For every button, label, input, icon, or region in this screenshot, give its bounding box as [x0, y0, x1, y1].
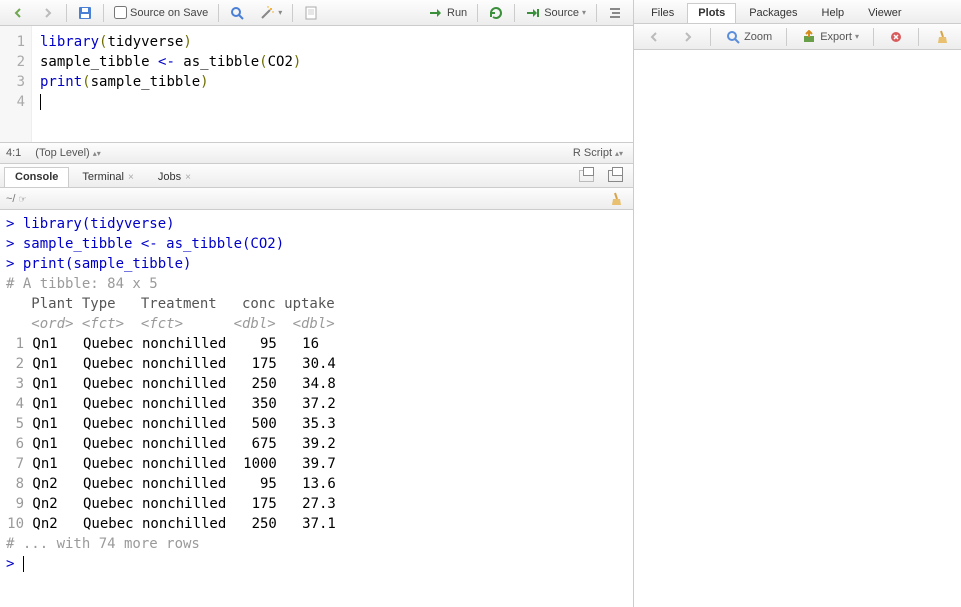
- close-icon[interactable]: ×: [128, 172, 134, 183]
- run-icon: [428, 5, 444, 21]
- window-icon: [608, 170, 623, 182]
- broom-icon: [933, 29, 949, 45]
- plots-canvas: [634, 50, 961, 607]
- tibble-types: <ord> <fct> <fct> <dbl> <dbl>: [6, 316, 335, 332]
- plots-toolbar: Zoom Export ▾: [634, 24, 961, 50]
- outline-icon: [607, 5, 623, 21]
- remove-icon: [888, 29, 904, 45]
- tibble-header: Plant Type Treatment conc uptake: [6, 296, 335, 312]
- separator: [710, 28, 711, 46]
- console-line: > library(tidyverse): [6, 216, 175, 232]
- separator: [873, 28, 874, 46]
- rerun-icon: [488, 5, 504, 21]
- export-icon: [801, 29, 817, 45]
- forward-button[interactable]: [36, 4, 60, 22]
- compile-button[interactable]: [299, 4, 323, 22]
- source-icon: [525, 5, 541, 21]
- source-editor[interactable]: 1234 library(tidyverse) sample_tibble <-…: [0, 26, 633, 142]
- plot-forward-button[interactable]: [676, 28, 700, 46]
- find-button[interactable]: [225, 4, 249, 22]
- source-on-save-toggle[interactable]: Source on Save: [110, 5, 212, 20]
- outline-button[interactable]: [603, 4, 627, 22]
- console-output[interactable]: > library(tidyverse) > sample_tibble <- …: [0, 210, 633, 607]
- run-button[interactable]: Run: [424, 4, 471, 22]
- separator: [514, 4, 515, 22]
- separator: [103, 4, 104, 22]
- back-button[interactable]: [6, 4, 30, 22]
- save-button[interactable]: [73, 4, 97, 22]
- run-label: Run: [447, 7, 467, 19]
- save-icon: [77, 5, 93, 21]
- tab-jobs[interactable]: Jobs×: [147, 167, 202, 187]
- search-icon: [229, 5, 245, 21]
- export-button[interactable]: Export ▾: [797, 28, 863, 46]
- tab-packages[interactable]: Packages: [738, 3, 808, 23]
- line-gutter: 1234: [0, 26, 32, 142]
- separator: [66, 4, 67, 22]
- clear-console-button[interactable]: [603, 190, 627, 208]
- tab-viewer[interactable]: Viewer: [857, 3, 912, 23]
- minimize-pane-button[interactable]: [575, 169, 598, 183]
- source-toolbar: Source on Save ▾ Run Source ▾: [0, 0, 633, 26]
- arrow-right-icon: [40, 5, 56, 21]
- separator: [218, 4, 219, 22]
- source-label: Source: [544, 7, 579, 19]
- scope-selector[interactable]: (Top Level) ▴▾: [31, 146, 104, 160]
- tab-console[interactable]: Console: [4, 167, 69, 187]
- wand-icon: [259, 5, 275, 21]
- console-line: > sample_tibble <- as_tibble(CO2): [6, 236, 284, 252]
- source-button[interactable]: Source ▾: [521, 4, 590, 22]
- source-status-bar: 4:1 (Top Level) ▴▾ R Script ▴▾: [0, 142, 633, 164]
- language-selector[interactable]: R Script ▴▾: [569, 146, 627, 160]
- tab-plots[interactable]: Plots: [687, 3, 736, 23]
- separator: [292, 4, 293, 22]
- code-area[interactable]: library(tidyverse) sample_tibble <- as_t…: [32, 26, 309, 142]
- plot-back-button[interactable]: [642, 28, 666, 46]
- tibble-meta: # A tibble: 84 x 5: [6, 276, 158, 292]
- report-icon: [303, 5, 319, 21]
- console-line: > print(sample_tibble): [6, 256, 191, 272]
- close-icon[interactable]: ×: [185, 172, 191, 183]
- separator: [786, 28, 787, 46]
- window-icon: [579, 170, 594, 182]
- rerun-button[interactable]: [484, 4, 508, 22]
- wand-button[interactable]: ▾: [255, 4, 286, 22]
- maximize-pane-button[interactable]: [604, 169, 627, 183]
- console-subbar: ~/ ☞: [0, 188, 633, 210]
- right-pane-tabs: Files Plots Packages Help Viewer: [634, 0, 961, 24]
- broom-icon: [607, 191, 623, 207]
- tab-files[interactable]: Files: [640, 3, 685, 23]
- tab-help[interactable]: Help: [811, 3, 856, 23]
- separator: [918, 28, 919, 46]
- arrow-left-icon: [646, 29, 662, 45]
- separator: [596, 4, 597, 22]
- zoom-button[interactable]: Zoom: [721, 28, 776, 46]
- source-on-save-checkbox[interactable]: [114, 6, 127, 19]
- tab-terminal[interactable]: Terminal×: [71, 167, 144, 187]
- working-dir[interactable]: ~/ ☞: [6, 193, 27, 205]
- console-prompt[interactable]: >: [6, 556, 23, 572]
- arrow-left-icon: [10, 5, 26, 21]
- console-tabs: Console Terminal× Jobs×: [0, 164, 633, 188]
- cursor-position: 4:1: [6, 147, 21, 159]
- remove-plot-button[interactable]: [884, 28, 908, 46]
- tibble-more: # ... with 74 more rows: [6, 536, 200, 552]
- separator: [477, 4, 478, 22]
- zoom-icon: [725, 29, 741, 45]
- clear-plots-button[interactable]: [929, 28, 953, 46]
- source-on-save-label: Source on Save: [130, 7, 208, 19]
- arrow-right-icon: [680, 29, 696, 45]
